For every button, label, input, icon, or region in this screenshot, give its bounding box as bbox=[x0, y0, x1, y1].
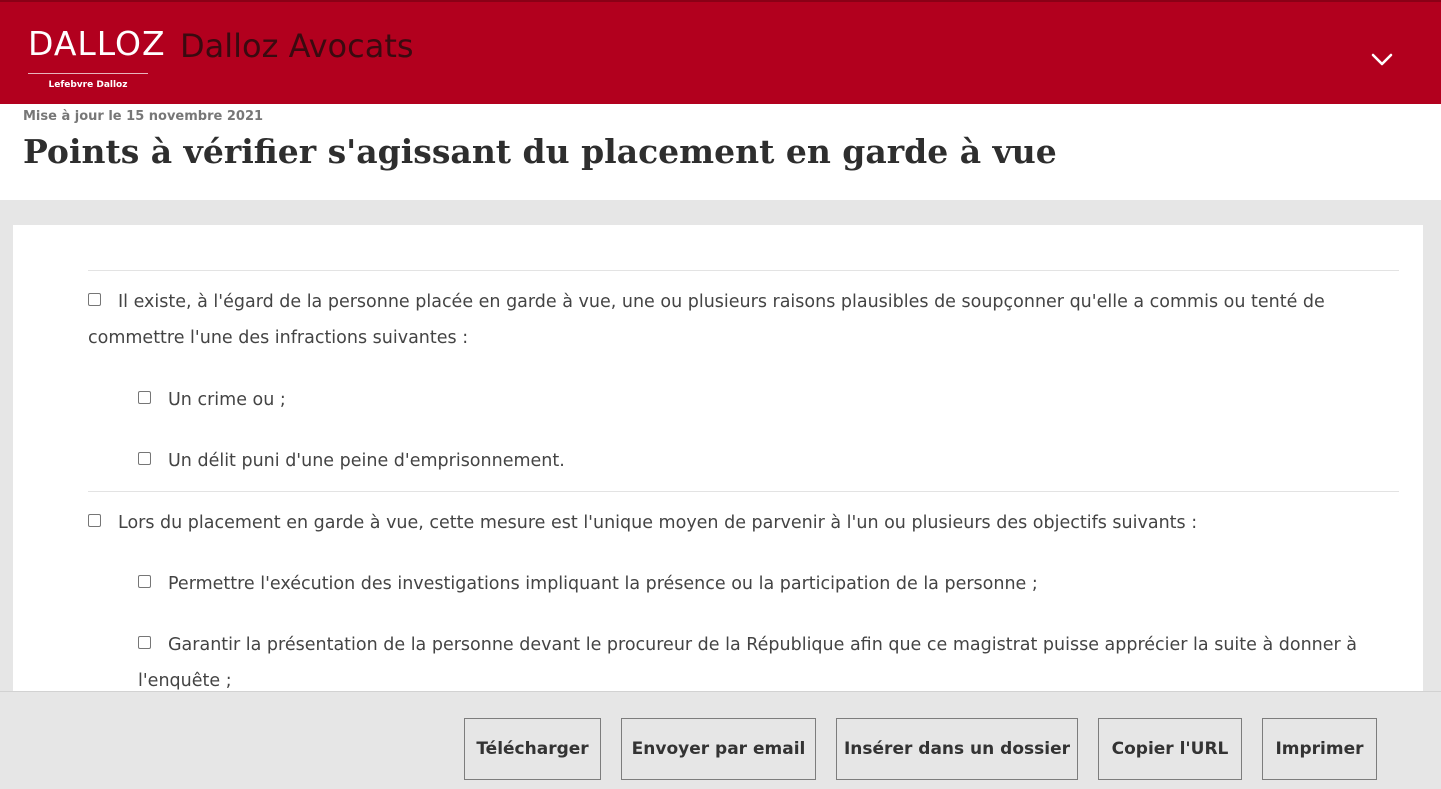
checkbox[interactable] bbox=[138, 635, 151, 649]
checkbox[interactable] bbox=[138, 451, 151, 465]
checkbox[interactable] bbox=[138, 574, 151, 588]
checkbox[interactable] bbox=[88, 292, 101, 306]
page-title: Points à vérifier s'agissant du placemen… bbox=[23, 132, 1057, 171]
email-button[interactable]: Envoyer par email bbox=[621, 718, 816, 780]
checklist-subitem: Un délit puni d'une peine d'emprisonneme… bbox=[138, 443, 1398, 479]
logo-divider bbox=[28, 73, 148, 74]
checklist-subitem: Permettre l'exécution des investigations… bbox=[138, 566, 1398, 602]
chevron-down-icon[interactable] bbox=[1368, 46, 1396, 74]
checkbox[interactable] bbox=[88, 513, 101, 527]
logo-subtext: Lefebvre Dalloz bbox=[48, 80, 128, 90]
checkbox[interactable] bbox=[138, 390, 151, 404]
download-button[interactable]: Télécharger bbox=[464, 718, 601, 780]
checklist-item-text: Il existe, à l'égard de la personne plac… bbox=[88, 292, 1325, 348]
checklist-subitem-text: Un délit puni d'une peine d'emprisonneme… bbox=[168, 451, 565, 471]
insert-folder-button[interactable]: Insérer dans un dossier bbox=[836, 718, 1078, 780]
checklist-subitem: Garantir la présentation de la personne … bbox=[138, 627, 1398, 695]
checklist-subitem-text: Permettre l'exécution des investigations… bbox=[168, 574, 1038, 594]
print-button[interactable]: Imprimer bbox=[1262, 718, 1377, 780]
article-header: Mise à jour le 15 novembre 2021 Points à… bbox=[0, 104, 1441, 200]
dalloz-logo[interactable]: DALLOZ Lefebvre Dalloz bbox=[28, 24, 166, 94]
copy-url-button[interactable]: Copier l'URL bbox=[1098, 718, 1242, 780]
checklist-item-text: Lors du placement en garde à vue, cette … bbox=[118, 513, 1198, 533]
checklist-subitem-text: Garantir la présentation de la personne … bbox=[138, 635, 1358, 691]
divider bbox=[88, 491, 1399, 492]
checklist-subitem: Un crime ou ; bbox=[138, 382, 1398, 418]
divider bbox=[88, 270, 1399, 271]
checklist-item: Lors du placement en garde à vue, cette … bbox=[88, 505, 1398, 541]
logo-wordmark: DALLOZ bbox=[28, 24, 166, 63]
checklist-item: Il existe, à l'égard de la personne plac… bbox=[88, 284, 1378, 356]
top-banner: DALLOZ Lefebvre Dalloz Dalloz Avocats bbox=[0, 0, 1441, 104]
checklist-subitem-text: Un crime ou ; bbox=[168, 390, 286, 410]
action-bar: Télécharger Envoyer par email Insérer da… bbox=[0, 691, 1441, 789]
update-date: Mise à jour le 15 novembre 2021 bbox=[23, 109, 264, 124]
brand-name[interactable]: Dalloz Avocats bbox=[180, 24, 414, 68]
checklist-card: Il existe, à l'égard de la personne plac… bbox=[13, 225, 1423, 695]
